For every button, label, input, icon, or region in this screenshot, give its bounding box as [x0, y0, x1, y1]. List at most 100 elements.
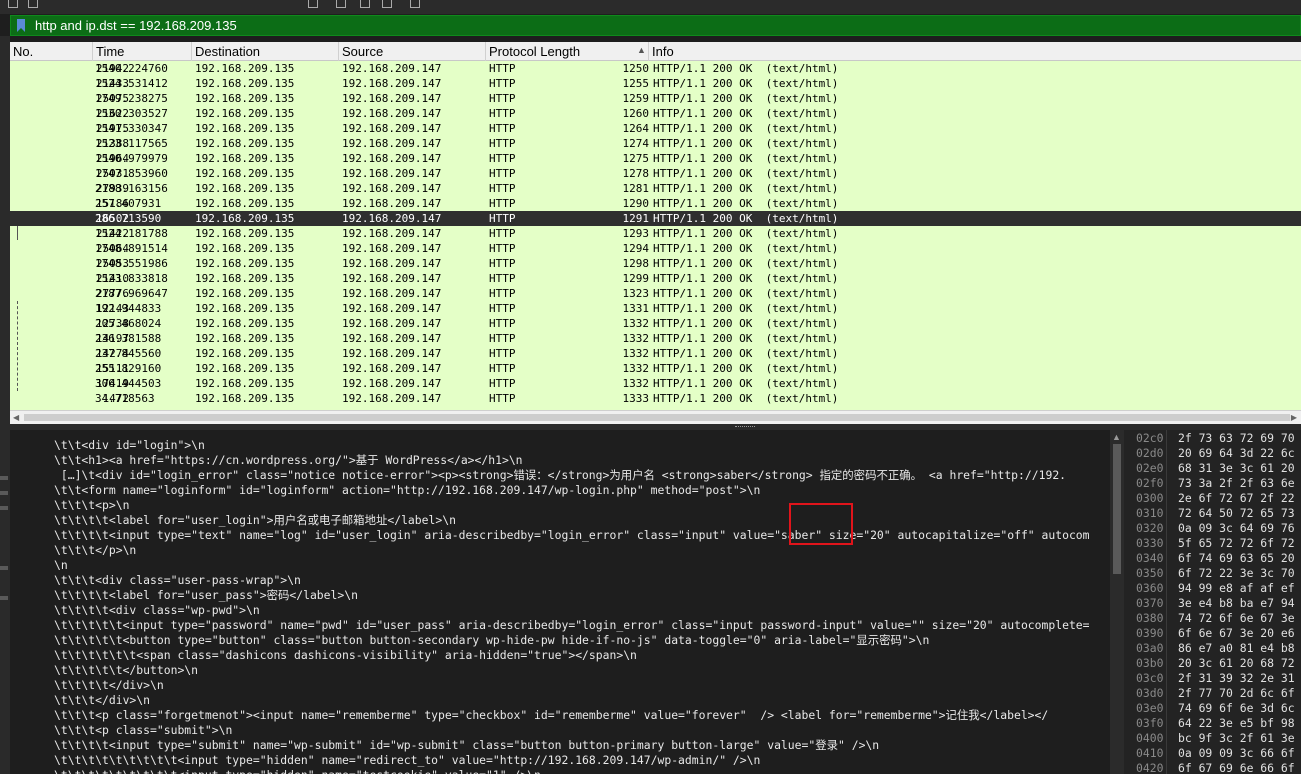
filter-expression[interactable]: http and ip.dst == 192.168.209.135	[35, 18, 237, 33]
text-line: \t\t\t\t</div>\n	[54, 678, 164, 692]
packet-row[interactable]: 16502 286.713590 192.168.209.135 192.168.20…	[10, 211, 1301, 226]
toolbar-button-icon[interactable]	[8, 0, 18, 8]
column-header-source[interactable]: Source	[339, 42, 486, 61]
packet-time: 1523.833818	[95, 272, 168, 285]
packet-source: 192.168.209.147	[342, 242, 442, 255]
packet-source: 192.168.209.147	[342, 122, 442, 135]
packet-protocol: HTTP	[489, 392, 516, 405]
packet-row[interactable]: 21964 1540.979979 192.168.209.135 192.168.2…	[10, 151, 1301, 166]
hex-bytes: 6f 72 22 3e 3c 70	[1178, 566, 1295, 580]
column-header-protocol-length[interactable]: Protocol Length	[486, 42, 649, 61]
packet-info: HTTP/1.1 200 OK (text/html)	[653, 167, 839, 180]
display-filter-bar[interactable]: http and ip.dst == 192.168.209.135	[10, 15, 1301, 36]
packet-protocol: HTTP	[489, 182, 516, 195]
packet-list[interactable]: No. Time Destination Source Protocol Len…	[10, 42, 1301, 410]
packet-info: HTTP/1.1 200 OK (text/html)	[653, 212, 839, 225]
packet-row[interactable]: 21388 1523.117565 192.168.209.135 192.168.2…	[10, 136, 1301, 151]
toolbar-button-icon[interactable]	[308, 0, 318, 8]
packet-length: 1331	[622, 302, 650, 315]
packet-protocol: HTTP	[489, 257, 516, 270]
packet-destination: 192.168.209.135	[195, 242, 295, 255]
hex-offset: 0370	[1136, 596, 1164, 610]
packet-row[interactable]: 25053 1748.551986 192.168.209.135 192.168.2…	[10, 256, 1301, 271]
packet-source: 192.168.209.147	[342, 257, 442, 270]
packet-bytes-text-pane[interactable]: \t\t<div id="login">\n \t\t<h1><a href="h…	[10, 430, 1110, 774]
packet-info: HTTP/1.1 200 OK (text/html)	[653, 377, 839, 390]
packet-time: 1749.238275	[95, 92, 168, 105]
packet-row[interactable]: 12143 192.944833 192.168.209.135 192.168.20…	[10, 301, 1301, 316]
packet-bytes-hex-pane[interactable]: 02c0 2f 73 63 72 69 70 02d0 20 69 64 3d 22 …	[1124, 430, 1301, 774]
packet-row[interactable]: 21975 1541.330347 192.168.209.135 192.168.2…	[10, 121, 1301, 136]
toolbar-button-icon[interactable]	[28, 0, 38, 8]
packet-row[interactable]: 21942 1540.224760 192.168.209.135 192.168.2…	[10, 61, 1301, 76]
packet-list-hscrollbar[interactable]: ◀ ▶	[10, 410, 1301, 424]
packet-length: 1333	[622, 392, 650, 405]
packet-destination: 192.168.209.135	[195, 392, 295, 405]
column-header-destination[interactable]: Destination	[192, 42, 339, 61]
packet-row[interactable]: 25031 1747.853960 192.168.209.135 192.168.2…	[10, 166, 1301, 181]
packet-protocol: HTTP	[489, 242, 516, 255]
scroll-left-icon[interactable]: ◀	[13, 413, 19, 422]
hex-bytes: 0a 09 09 3c 66 6f	[1178, 746, 1295, 760]
text-line: \t\t\t\t\t</button>\n	[54, 663, 199, 677]
packet-protocol: HTTP	[489, 227, 516, 240]
packet-protocol: HTTP	[489, 122, 516, 135]
hex-bytes: 72 64 50 72 65 73	[1178, 506, 1295, 520]
packet-time: 1540.224760	[95, 62, 168, 75]
edge-mark	[0, 566, 8, 570]
packet-row[interactable]: 14274 237.845560 192.168.209.135 192.168.20…	[10, 346, 1301, 361]
packet-row[interactable]: 21433 1524.531412 192.168.209.135 192.168.2…	[10, 76, 1301, 91]
toolbar-button-icon[interactable]	[336, 0, 346, 8]
hex-offset: 0420	[1136, 761, 1164, 774]
hex-offset: 0390	[1136, 626, 1164, 640]
hex-offset: 0360	[1136, 581, 1164, 595]
column-header-time[interactable]: Time	[93, 42, 192, 61]
packet-row[interactable]: 12738 205.468024 192.168.209.135 192.168.20…	[10, 316, 1301, 331]
hex-bytes: bc 9f 3c 2f 61 3e	[1178, 731, 1295, 745]
packet-length: 1323	[622, 287, 650, 300]
packet-time: 1541.330347	[95, 122, 168, 135]
scroll-right-icon[interactable]: ▶	[1291, 413, 1297, 422]
packet-row[interactable]: 21622 1530.303527 192.168.209.135 192.168.2…	[10, 106, 1301, 121]
packet-length: 1332	[622, 377, 650, 390]
hscroll-thumb[interactable]	[24, 414, 1290, 421]
vscroll-thumb[interactable]	[1113, 444, 1121, 574]
packet-source: 192.168.209.147	[342, 392, 442, 405]
packet-row[interactable]: 15186 257.407931 192.168.209.135 192.168.20…	[10, 196, 1301, 211]
packet-row[interactable]: 17419 306.444503 192.168.209.135 192.168.20…	[10, 376, 1301, 391]
packet-list-header: No. Time Destination Source Protocol Len…	[10, 42, 1301, 61]
packet-row[interactable]: 27776 2187.969647 192.168.209.135 192.168.2…	[10, 286, 1301, 301]
packet-time: 192.944833	[95, 302, 162, 315]
toolbar-button-icon[interactable]	[382, 0, 392, 8]
packet-row[interactable]: 21410 1523.833818 192.168.209.135 192.168.2…	[10, 271, 1301, 286]
packet-length: 1274	[622, 137, 650, 150]
packet-destination: 192.168.209.135	[195, 197, 295, 210]
packet-row[interactable]: 15111 255.829160 192.168.209.135 192.168.20…	[10, 361, 1301, 376]
packet-destination: 192.168.209.135	[195, 347, 295, 360]
packet-source: 192.168.209.147	[342, 182, 442, 195]
splitter-grip-icon[interactable]	[735, 426, 755, 429]
packet-source: 192.168.209.147	[342, 272, 442, 285]
packet-row[interactable]: 14197 236.381588 192.168.209.135 192.168.20…	[10, 331, 1301, 346]
toolbar-button-icon[interactable]	[410, 0, 420, 8]
packet-protocol: HTTP	[489, 302, 516, 315]
toolbar-button-icon[interactable]	[360, 0, 370, 8]
packet-row[interactable]: 25064 1748.891514 192.168.209.135 192.168.2…	[10, 241, 1301, 256]
packet-info: HTTP/1.1 200 OK (text/html)	[653, 257, 839, 270]
hex-bytes: 68 31 3e 3c 61 20	[1178, 461, 1295, 475]
packet-row[interactable]: 25075 1749.238275 192.168.209.135 192.168.2…	[10, 91, 1301, 106]
packet-row[interactable]: 21422 1524.181788 192.168.209.135 192.168.2…	[10, 226, 1301, 241]
text-pane-vscrollbar[interactable]: ▲	[1110, 430, 1124, 774]
packet-length: 1259	[622, 92, 650, 105]
hex-bytes: 20 69 64 3d 22 6c	[1178, 446, 1295, 460]
column-header-info[interactable]: Info	[649, 42, 1301, 61]
bookmark-icon[interactable]	[17, 19, 25, 32]
column-header-no[interactable]: No.	[10, 42, 93, 61]
packet-row[interactable]: 27939 2188.163156 192.168.209.135 192.168.2…	[10, 181, 1301, 196]
packet-time: 286.713590	[95, 212, 162, 225]
scroll-up-icon[interactable]: ▲	[1112, 432, 1121, 442]
packet-source: 192.168.209.147	[342, 227, 442, 240]
packet-protocol: HTTP	[489, 62, 516, 75]
packet-destination: 192.168.209.135	[195, 287, 295, 300]
packet-row[interactable]: 1472 34.718563 192.168.209.135 192.168.209.…	[10, 391, 1301, 406]
